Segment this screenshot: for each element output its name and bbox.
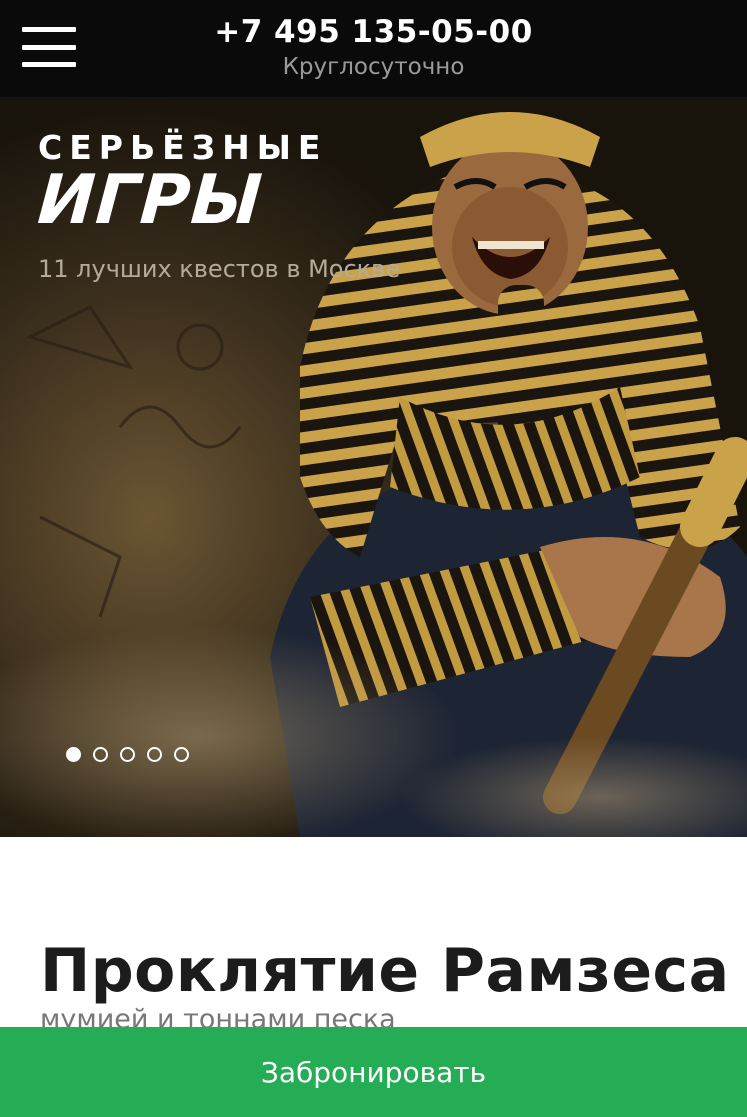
logo-text-top: СЕРЬЁЗНЫЕ <box>38 128 328 167</box>
book-button[interactable]: Забронировать <box>0 1027 747 1117</box>
slide-dot-3[interactable] <box>120 747 135 762</box>
hero-tagline: 11 лучших квестов в Москве <box>38 255 401 283</box>
hero-slider[interactable]: СЕРЬЁЗНЫЕ ИГРЫ 11 лучших квестов в Москв… <box>0 97 747 837</box>
top-bar: +7 495 135-05-00 Круглосуточно <box>0 0 747 97</box>
quest-title: Проклятие Рамзеса <box>40 936 730 1006</box>
slide-dot-2[interactable] <box>93 747 108 762</box>
slider-pagination <box>66 747 189 762</box>
slide-dot-4[interactable] <box>147 747 162 762</box>
phone-number-link[interactable]: +7 495 135-05-00 <box>0 14 747 50</box>
slide-dot-5[interactable] <box>174 747 189 762</box>
brand-logo[interactable]: СЕРЬЁЗНЫЕ ИГРЫ <box>35 128 328 241</box>
working-hours: Круглосуточно <box>282 54 465 80</box>
logo-text-bottom: ИГРЫ <box>35 161 266 240</box>
slide-dot-1[interactable] <box>66 747 81 762</box>
